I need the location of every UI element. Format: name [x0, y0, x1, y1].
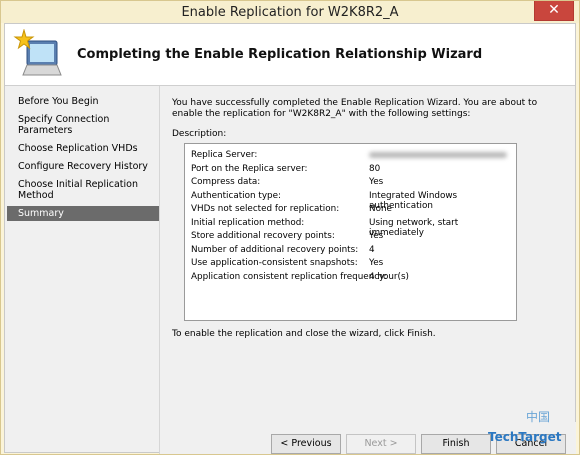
setting-key: Port on the Replica server: [191, 163, 308, 174]
wizard-step-list: Before You Begin Specify Connection Para… [7, 94, 159, 224]
settings-summary-box[interactable]: Replica Server: Port on the Replica serv… [184, 143, 517, 321]
setting-key: VHDs not selected for replication: [191, 204, 340, 214]
setting-row: Replica Server: [191, 150, 511, 164]
setting-row: Initial replication method: Using networ… [191, 217, 511, 238]
finish-button[interactable]: Finish [421, 434, 491, 454]
setting-row: Use application-consistent snapshots: Ye… [191, 258, 511, 272]
title-bar[interactable]: Enable Replication for W2K8R2_A ✕ [1, 1, 579, 23]
setting-key: Store additional recovery points: [191, 231, 335, 241]
nav-item-choose-initial-replication-method[interactable]: Choose Initial Replication Method [7, 177, 159, 203]
setting-key: Number of additional recovery points: [191, 244, 359, 255]
wizard-header: Completing the Enable Replication Relati… [5, 24, 575, 86]
setting-value: 4 [369, 244, 375, 255]
watermark-logo-text: TechTarget [488, 430, 562, 444]
setting-value: Yes [369, 258, 384, 268]
setting-row: Authentication type: Integrated Windows … [191, 190, 511, 211]
nav-item-summary[interactable]: Summary [7, 206, 159, 221]
window-title: Enable Replication for W2K8R2_A [181, 5, 399, 20]
site-watermark: 中国 TechTarget [488, 408, 578, 453]
nav-item-configure-recovery-history[interactable]: Configure Recovery History [7, 159, 159, 174]
wizard-client-area: Completing the Enable Replication Relati… [4, 23, 576, 454]
setting-key: Compress data: [191, 177, 261, 187]
setting-key: Replica Server: [191, 150, 258, 160]
setting-value: None [369, 204, 392, 214]
setting-row: VHDs not selected for replication: None [191, 204, 511, 218]
setting-row: Number of additional recovery points: 4 [191, 245, 511, 259]
setting-value: 4 hour(s) [369, 271, 409, 282]
setting-row: Port on the Replica server: 80 [191, 164, 511, 178]
finish-instruction-text: To enable the replication and close the … [172, 329, 436, 339]
nav-item-choose-replication-vhds[interactable]: Choose Replication VHDs [7, 141, 159, 156]
summary-panel: You have successfully completed the Enab… [159, 86, 576, 454]
nav-item-specify-connection-parameters[interactable]: Specify Connection Parameters [7, 112, 159, 138]
setting-value: Yes [369, 231, 384, 241]
monitor-with-star-icon [13, 28, 63, 84]
nav-item-before-you-begin[interactable]: Before You Begin [7, 94, 159, 109]
watermark-chinese-text: 中国 [526, 410, 551, 424]
setting-row: Compress data: Yes [191, 177, 511, 191]
close-button[interactable]: ✕ [534, 1, 574, 21]
setting-key: Application consistent replication frequ… [191, 271, 387, 282]
wizard-window: Enable Replication for W2K8R2_A ✕ Comple… [0, 0, 580, 455]
previous-button[interactable]: < Previous [271, 434, 341, 454]
setting-key: Use application-consistent snapshots: [191, 258, 358, 268]
setting-key: Authentication type: [191, 190, 281, 201]
setting-value: 80 [369, 163, 381, 174]
page-title: Completing the Enable Replication Relati… [77, 47, 483, 62]
intro-text: You have successfully completed the Enab… [172, 98, 538, 119]
description-label: Description: [172, 129, 227, 139]
setting-row: Store additional recovery points: Yes [191, 231, 511, 245]
setting-value: Yes [369, 177, 384, 187]
setting-key: Initial replication method: [191, 217, 305, 228]
setting-row: Application consistent replication frequ… [191, 272, 511, 286]
next-button[interactable]: Next > [346, 434, 416, 454]
replica-server-value-blurred [369, 150, 507, 163]
